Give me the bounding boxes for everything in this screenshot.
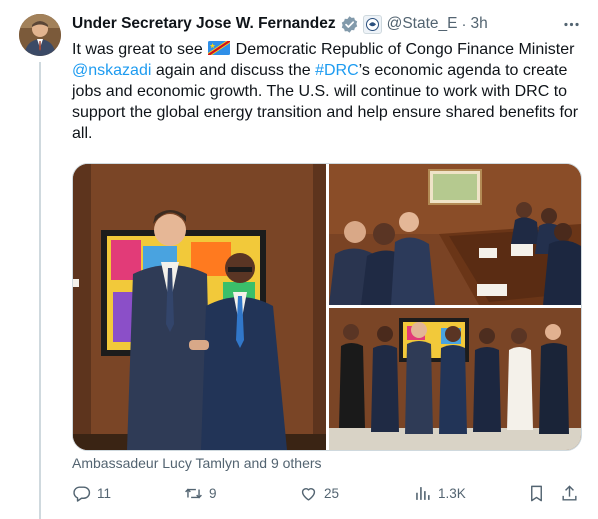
tagged-people[interactable]: Ambassadeur Lucy Tamlyn and 9 others — [72, 455, 322, 471]
reply-icon — [73, 486, 91, 502]
views-icon — [416, 487, 430, 500]
like-count: 25 — [324, 486, 340, 501]
retweet-count: 9 — [209, 486, 217, 501]
views-count: 1.3K — [438, 486, 466, 501]
author-name[interactable]: Under Secretary Jose W. Fernandez — [72, 15, 336, 33]
like-button[interactable]: 25 — [299, 484, 339, 503]
state-dept-seal-icon[interactable] — [362, 14, 382, 34]
drc-flag-icon — [208, 41, 231, 55]
tweet-text-part: It was great to see — [72, 41, 208, 58]
share-button[interactable] — [560, 484, 579, 503]
photo-meeting-table[interactable] — [329, 164, 581, 305]
tweet-text-part: again and discuss the — [151, 62, 316, 79]
photo-handshake[interactable] — [73, 164, 326, 450]
more-options-icon[interactable] — [558, 11, 584, 37]
tweet-header: Under Secretary Jose W. Fernandez @State… — [72, 13, 584, 35]
tweet-text-part: Democratic Republic of Congo Finance Min… — [231, 41, 575, 58]
tweet-text: It was great to see Democratic Republic … — [72, 39, 582, 144]
reply-button[interactable]: 11 — [72, 484, 111, 503]
timestamp[interactable]: 3h — [471, 15, 488, 33]
thread-line — [39, 62, 41, 519]
author-handle[interactable]: @State_E — [387, 15, 458, 33]
bookmark-button[interactable] — [527, 484, 546, 503]
verified-badge-icon[interactable] — [340, 15, 359, 34]
retweet-button[interactable]: 9 — [184, 484, 217, 503]
separator-dot: · — [461, 15, 467, 33]
tweet-actions: 11 9 25 1.3K — [72, 484, 582, 506]
reply-count: 11 — [97, 486, 112, 501]
retweet-icon — [185, 488, 202, 499]
bookmark-icon — [531, 485, 542, 502]
share-icon — [562, 485, 577, 501]
media-grid — [72, 163, 582, 451]
photo-group[interactable] — [329, 308, 581, 450]
avatar[interactable] — [19, 14, 61, 56]
views-button[interactable]: 1.3K — [413, 484, 466, 503]
mention-link[interactable]: @nskazadi — [72, 62, 151, 79]
hashtag-link[interactable]: #DRC — [315, 62, 359, 79]
like-icon — [301, 488, 316, 501]
